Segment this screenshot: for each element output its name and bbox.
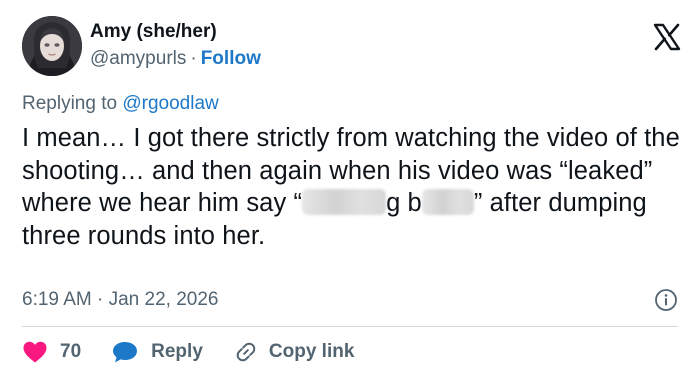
x-logo-icon[interactable]	[652, 22, 682, 52]
censored-word-1	[302, 189, 387, 216]
timestamp-row: 6:19 AM · Jan 22, 2026	[22, 288, 678, 312]
author-block: Amy (she/her) @amypurls · Follow	[90, 20, 261, 72]
speech-bubble-icon	[113, 342, 138, 363]
tweet-card: Amy (she/her) @amypurls · Follow Replying …	[0, 0, 700, 379]
action-bar: 70 Reply Copy link	[22, 338, 354, 366]
author-meta: @amypurls · Follow	[90, 46, 261, 72]
like-button[interactable]: 70	[22, 338, 81, 366]
avatar[interactable]	[22, 16, 82, 76]
link-icon	[236, 342, 256, 362]
separator-dot: ·	[190, 48, 197, 69]
reply-label: Reply	[151, 341, 203, 362]
author-handle[interactable]: @amypurls	[90, 48, 186, 69]
reply-button[interactable]: Reply	[111, 338, 203, 366]
tweet-text-part2: g b	[386, 189, 422, 217]
author-name[interactable]: Amy (she/her)	[90, 20, 261, 44]
like-count: 70	[60, 341, 82, 362]
copy-link-label: Copy link	[268, 341, 355, 362]
replying-to: Replying to @rgoodlaw	[22, 92, 219, 116]
replying-handle[interactable]: @rgoodlaw	[122, 93, 218, 114]
heart-icon	[23, 341, 47, 363]
follow-button[interactable]: Follow	[201, 48, 261, 69]
copy-link-button[interactable]: Copy link	[233, 338, 355, 366]
tweet-text: I mean… I got there strictly from watchi…	[22, 122, 682, 252]
censored-word-2	[421, 189, 474, 216]
info-icon[interactable]	[654, 288, 678, 312]
replying-prefix: Replying to	[22, 93, 123, 114]
tweet-header: Amy (she/her) @amypurls · Follow	[22, 16, 682, 78]
divider	[22, 326, 678, 327]
timestamp[interactable]: 6:19 AM · Jan 22, 2026	[22, 289, 218, 310]
